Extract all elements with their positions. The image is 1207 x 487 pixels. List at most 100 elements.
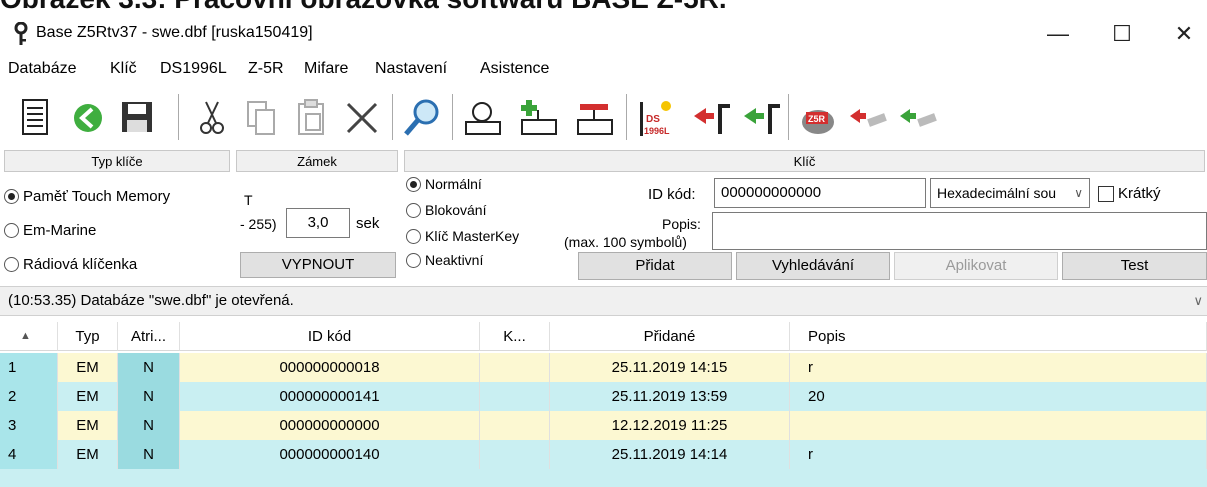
title-bar: Base Z5Rtv37 - swe.dbf [ruska150419] — ☐…	[0, 14, 1207, 54]
radio-radio-keyfob[interactable]: Rádiová klíčenka	[4, 256, 137, 273]
radio-masterkey[interactable]: Klíč MasterKey	[406, 228, 519, 244]
ds1996l-icon[interactable]: DS 1996L	[634, 96, 678, 140]
radio-em-marine[interactable]: Em-Marine	[4, 222, 96, 239]
lock-label-t: T	[244, 192, 253, 208]
id-code-input[interactable]: 000000000000	[714, 178, 926, 208]
column-header-id[interactable]: ID kód	[180, 322, 480, 351]
lock-time-input[interactable]: 3,0	[286, 208, 350, 238]
new-document-icon[interactable]	[14, 96, 58, 140]
radio-dot	[4, 223, 19, 238]
export-icon[interactable]	[690, 96, 734, 140]
cut-icon[interactable]	[190, 96, 234, 140]
paste-icon[interactable]	[290, 96, 334, 140]
radio-touch-memory[interactable]: Paměť Touch Memory	[4, 188, 170, 205]
send-icon[interactable]	[846, 96, 890, 140]
table-row-empty	[0, 469, 1207, 487]
svg-text:Z5R: Z5R	[808, 114, 826, 124]
table-row[interactable]: 3 EM N 000000000000 12.12.2019 11:25	[0, 411, 1207, 440]
toolbar-separator	[178, 94, 179, 140]
import-icon[interactable]	[740, 96, 784, 140]
chevron-down-icon[interactable]: ∨	[1193, 287, 1203, 315]
row-type: EM	[58, 440, 118, 469]
toolbar-separator	[392, 94, 393, 140]
scanner-icon[interactable]	[460, 96, 504, 140]
menu-klic[interactable]: Klíč	[110, 60, 137, 78]
section-header-lock: Zámek	[236, 150, 398, 172]
receive-icon[interactable]	[896, 96, 940, 140]
row-added: 12.12.2019 11:25	[550, 411, 790, 440]
remove-key-icon[interactable]	[572, 96, 616, 140]
table-row[interactable]: 2 EM N 000000000141 25.11.2019 13:59 20	[0, 382, 1207, 411]
radio-blocking[interactable]: Blokování	[406, 202, 486, 218]
id-code-label: ID kód:	[648, 186, 696, 203]
menu-z5r[interactable]: Z-5R	[248, 60, 284, 78]
short-checkbox[interactable]: Krátký	[1098, 185, 1161, 202]
apply-button[interactable]: Aplikovat	[894, 252, 1058, 280]
row-type: EM	[58, 353, 118, 382]
description-input[interactable]	[712, 212, 1207, 250]
test-button[interactable]: Test	[1062, 252, 1207, 280]
row-number: 3	[0, 411, 58, 440]
radio-dot	[4, 257, 19, 272]
description-label: Popis:	[662, 216, 701, 232]
row-description: 20	[790, 382, 1207, 411]
menu-nastaveni[interactable]: Nastavení	[375, 60, 447, 78]
save-icon[interactable]	[116, 96, 160, 140]
format-select[interactable]: Hexadecimální sou ∨	[930, 178, 1090, 208]
row-type: EM	[58, 382, 118, 411]
checkbox-box	[1098, 185, 1114, 202]
row-attribute: N	[118, 440, 180, 469]
close-button[interactable]: ✕	[1164, 18, 1204, 50]
row-k	[480, 440, 550, 469]
menu-asistence[interactable]: Asistence	[480, 60, 549, 78]
radio-dot	[4, 189, 19, 204]
row-attribute: N	[118, 382, 180, 411]
status-bar: (10:53.35) Databáze "swe.dbf" je otevřen…	[0, 286, 1207, 316]
menu-ds1996l[interactable]: DS1996L	[160, 60, 227, 78]
menu-databaze[interactable]: Databáze	[8, 60, 77, 78]
toolbar: DS 1996L Z5R	[0, 86, 1207, 148]
key-icon	[14, 22, 28, 45]
minimize-button[interactable]: —	[1038, 18, 1078, 50]
column-header-description[interactable]: Popis	[790, 322, 1207, 351]
sort-arrow-icon[interactable]: ▲	[0, 322, 58, 351]
row-k	[480, 382, 550, 411]
status-text: (10:53.35) Databáze "swe.dbf" je otevřen…	[8, 292, 294, 309]
copy-icon[interactable]	[240, 96, 284, 140]
delete-icon[interactable]	[340, 96, 384, 140]
row-attribute: N	[118, 353, 180, 382]
add-key-icon[interactable]	[516, 96, 560, 140]
toolbar-separator	[452, 94, 453, 140]
row-attribute: N	[118, 411, 180, 440]
description-hint: (max. 100 symbolů)	[564, 234, 687, 250]
column-header-attr[interactable]: Atri...	[118, 322, 180, 351]
toolbar-separator	[626, 94, 627, 140]
row-added: 25.11.2019 14:15	[550, 353, 790, 382]
document-heading: Obrázek 3.3: Pracovní obrazovka softwaru…	[0, 0, 727, 14]
radio-normal[interactable]: Normální	[406, 176, 482, 192]
refresh-icon[interactable]	[66, 96, 110, 140]
menu-mifare[interactable]: Mifare	[304, 60, 348, 78]
column-header-added[interactable]: Přidané	[550, 322, 790, 351]
search-icon[interactable]	[400, 96, 444, 140]
row-description: r	[790, 353, 1207, 382]
row-number: 2	[0, 382, 58, 411]
table-row[interactable]: 4 EM N 000000000140 25.11.2019 14:14 r	[0, 440, 1207, 469]
section-header-key: Klíč	[404, 150, 1205, 172]
radio-inactive[interactable]: Neaktivní	[406, 252, 483, 268]
z5r-icon[interactable]: Z5R	[796, 96, 840, 140]
menu-bar: Databáze Klíč DS1996L Z-5R Mifare Nastav…	[0, 56, 1207, 84]
window-title: Base Z5Rtv37 - swe.dbf [ruska150419]	[36, 24, 313, 41]
maximize-button[interactable]: ☐	[1102, 18, 1142, 50]
chevron-down-icon: ∨	[1074, 186, 1083, 200]
vypnout-button[interactable]: VYPNOUT	[240, 252, 396, 278]
row-description	[790, 411, 1207, 440]
add-button[interactable]: Přidat	[578, 252, 732, 280]
row-number: 4	[0, 440, 58, 469]
column-header-k[interactable]: K...	[480, 322, 550, 351]
column-header-typ[interactable]: Typ	[58, 322, 118, 351]
row-id-code: 000000000140	[180, 440, 480, 469]
table-row[interactable]: 1 EM N 000000000018 25.11.2019 14:15 r	[0, 353, 1207, 382]
search-button[interactable]: Vyhledávání	[736, 252, 890, 280]
row-id-code: 000000000018	[180, 353, 480, 382]
